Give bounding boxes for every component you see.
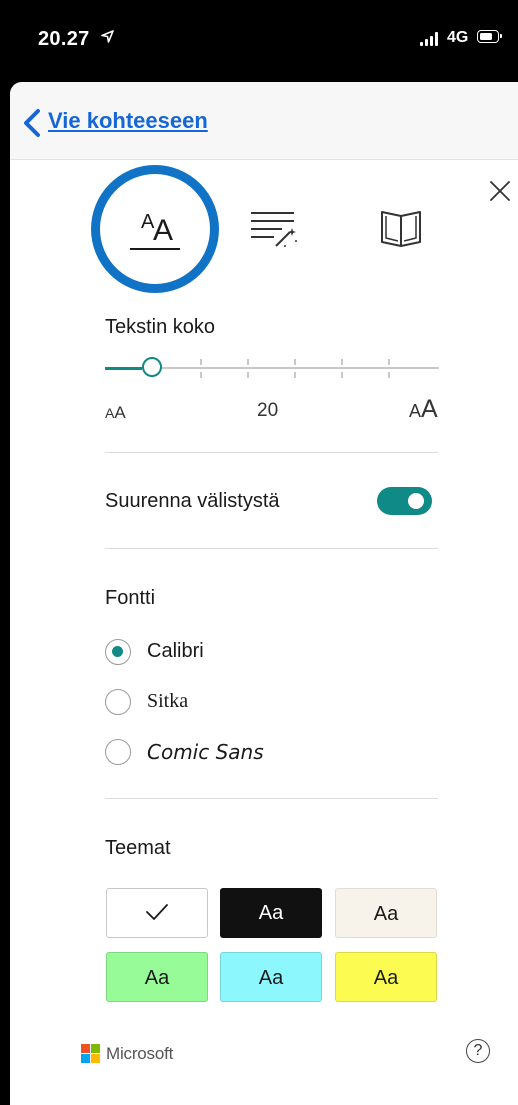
radio-button[interactable] xyxy=(105,739,131,765)
radio-button[interactable] xyxy=(105,689,131,715)
help-button[interactable]: ? xyxy=(466,1039,490,1063)
tab-text-preferences[interactable]: A A xyxy=(91,165,219,293)
text-size-label: Tekstin koko xyxy=(105,316,216,338)
theme-yellow[interactable]: Aa xyxy=(335,952,437,1002)
text-size-slider[interactable] xyxy=(105,354,439,384)
close-icon[interactable] xyxy=(488,179,512,203)
text-size-icon: A A xyxy=(130,211,180,250)
signal-icon xyxy=(420,32,440,46)
chevron-left-icon[interactable] xyxy=(22,108,42,138)
network-label: 4G xyxy=(447,29,469,46)
divider xyxy=(105,798,438,799)
status-time: 20.27 xyxy=(38,28,90,50)
size-value: 20 xyxy=(257,400,279,421)
book-icon[interactable] xyxy=(377,208,425,250)
status-bar: 20.27 4G xyxy=(0,0,518,80)
battery-icon xyxy=(477,30,502,43)
theme-sepia[interactable]: Aa xyxy=(335,888,437,938)
check-icon xyxy=(146,904,168,920)
divider xyxy=(105,548,438,549)
themes-label: Teemat xyxy=(105,837,171,859)
divider xyxy=(105,452,438,453)
size-min-label: AA xyxy=(105,403,126,422)
immersive-reader-sheet: Vie kohteeseen A A Tekstin koko AA 20 AA… xyxy=(10,82,518,1105)
size-max-label: AA xyxy=(409,395,438,423)
font-label: Fontti xyxy=(105,587,156,609)
microsoft-logo-icon xyxy=(81,1044,101,1064)
grammar-icon[interactable] xyxy=(248,208,298,250)
spacing-label: Suurenna välistystä xyxy=(105,490,280,512)
back-link[interactable]: Vie kohteeseen xyxy=(48,108,208,134)
theme-green[interactable]: Aa xyxy=(106,952,208,1002)
slider-thumb[interactable] xyxy=(142,357,162,377)
theme-white[interactable] xyxy=(106,888,208,938)
navigation-bar: Vie kohteeseen xyxy=(10,82,518,160)
theme-cyan[interactable]: Aa xyxy=(220,952,322,1002)
radio-button[interactable] xyxy=(105,639,131,665)
location-arrow-icon xyxy=(101,30,114,43)
spacing-toggle[interactable] xyxy=(377,487,432,515)
microsoft-brand: Microsoft xyxy=(106,1044,174,1063)
theme-black[interactable]: Aa xyxy=(220,888,322,938)
svg-text:A: A xyxy=(153,214,173,247)
